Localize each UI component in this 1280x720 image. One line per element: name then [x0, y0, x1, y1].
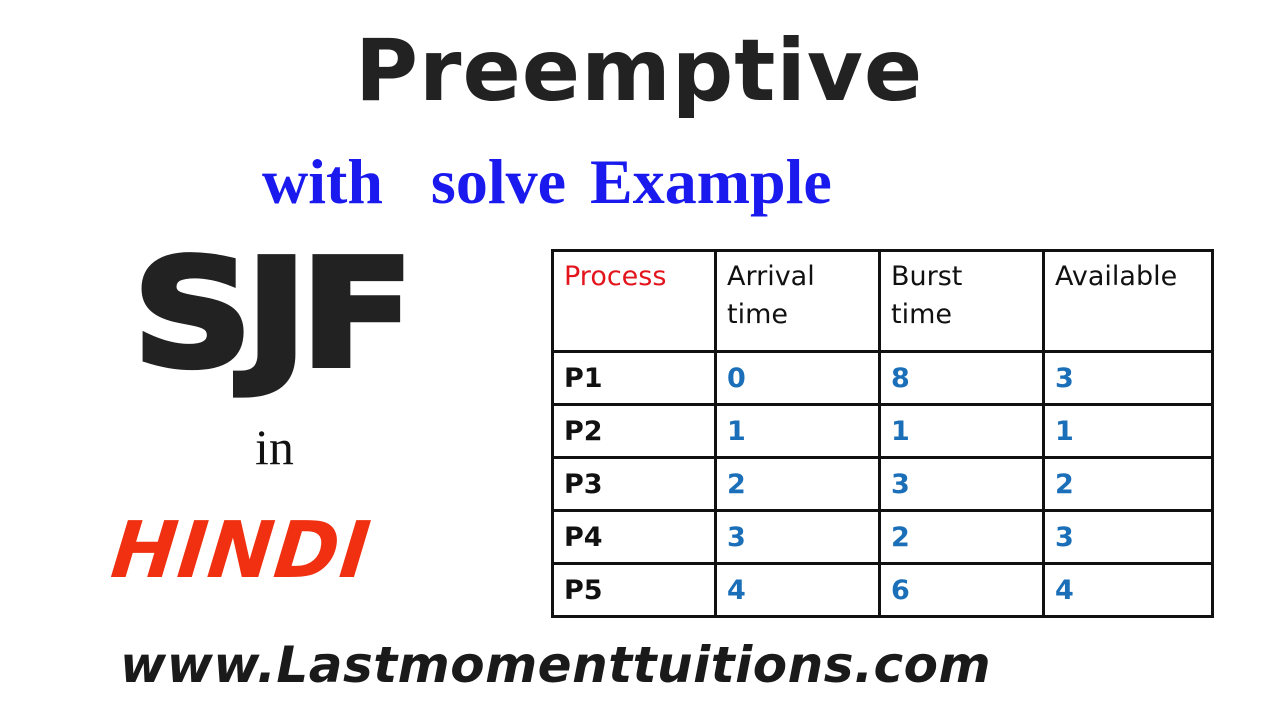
process-id-cell: P4 [551, 509, 717, 565]
arrival-time-cell: 4 [714, 562, 881, 618]
table-row: P3 2 3 2 [551, 456, 1214, 512]
header-cell-text: Process [564, 261, 667, 292]
available-cell: 3 [1042, 350, 1214, 406]
burst-time-cell: 8 [878, 350, 1045, 406]
available-cell: 2 [1042, 456, 1214, 512]
algorithm-label: SJF [130, 228, 418, 400]
process-id-cell: P5 [551, 562, 717, 618]
table-header-row: Process Arrival time Burst time Availabl… [551, 249, 1214, 353]
table-row: P4 3 2 3 [551, 509, 1214, 565]
burst-time-cell: 1 [878, 403, 1045, 459]
header-process: Process [551, 249, 717, 353]
subtitle: with solve Example [262, 146, 832, 217]
available-cell: 4 [1042, 562, 1214, 618]
arrival-time-cell: 1 [714, 403, 881, 459]
header-cell-text: Burst time [891, 261, 963, 330]
process-id-cell: P2 [551, 403, 717, 459]
arrival-time-cell: 2 [714, 456, 881, 512]
header-arrival-time: Arrival time [714, 249, 881, 353]
header-cell-text: Arrival time [727, 261, 815, 330]
available-cell: 3 [1042, 509, 1214, 565]
process-table: Process Arrival time Burst time Availabl… [551, 249, 1214, 618]
language-label: HINDI [107, 506, 376, 596]
burst-time-cell: 3 [878, 456, 1045, 512]
available-cell: 1 [1042, 403, 1214, 459]
table-row: P1 0 8 3 [551, 350, 1214, 406]
burst-time-cell: 6 [878, 562, 1045, 618]
arrival-time-cell: 0 [714, 350, 881, 406]
burst-time-cell: 2 [878, 509, 1045, 565]
header-burst-time: Burst time [878, 249, 1045, 353]
header-available: Available [1042, 249, 1214, 353]
main-title: Preemptive [355, 21, 924, 121]
website-url: www.Lastmomenttuitions.com [120, 636, 992, 694]
connector-text: in [255, 419, 294, 475]
process-id-cell: P1 [551, 350, 717, 406]
process-id-cell: P3 [551, 456, 717, 512]
header-cell-text: Available [1055, 261, 1178, 292]
table-row: P2 1 1 1 [551, 403, 1214, 459]
arrival-time-cell: 3 [714, 509, 881, 565]
table-row: P5 4 6 4 [551, 562, 1214, 618]
